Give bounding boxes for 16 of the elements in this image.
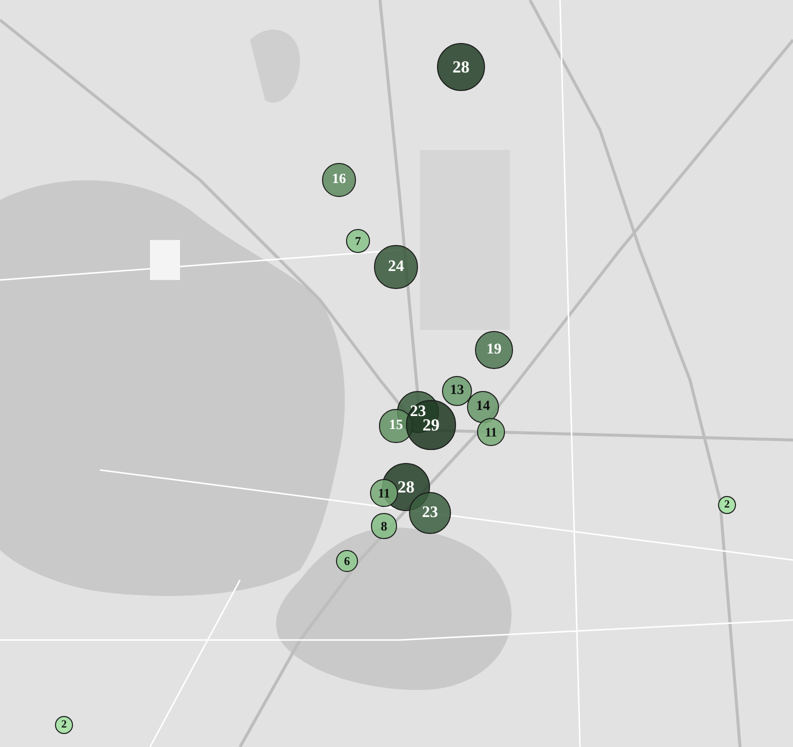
marker-label: 11	[378, 486, 390, 500]
marker-label: 15	[389, 419, 403, 433]
marker-label: 6	[344, 555, 350, 567]
marker-label: 28	[398, 478, 414, 496]
marker-label: 7	[355, 235, 361, 247]
marker-label: 8	[380, 520, 388, 532]
marker-label: 23	[422, 505, 438, 521]
marker-label: 2	[724, 500, 730, 510]
marker-label: 24	[388, 259, 404, 275]
marker-label: 2	[61, 720, 67, 730]
marker-label: 11	[484, 426, 498, 438]
marker-label: 14	[476, 400, 490, 414]
marker-label: 13	[450, 384, 464, 398]
marker-label: 16	[332, 173, 346, 187]
marker-label: 28	[452, 58, 470, 76]
marker-label: 19	[486, 342, 502, 358]
